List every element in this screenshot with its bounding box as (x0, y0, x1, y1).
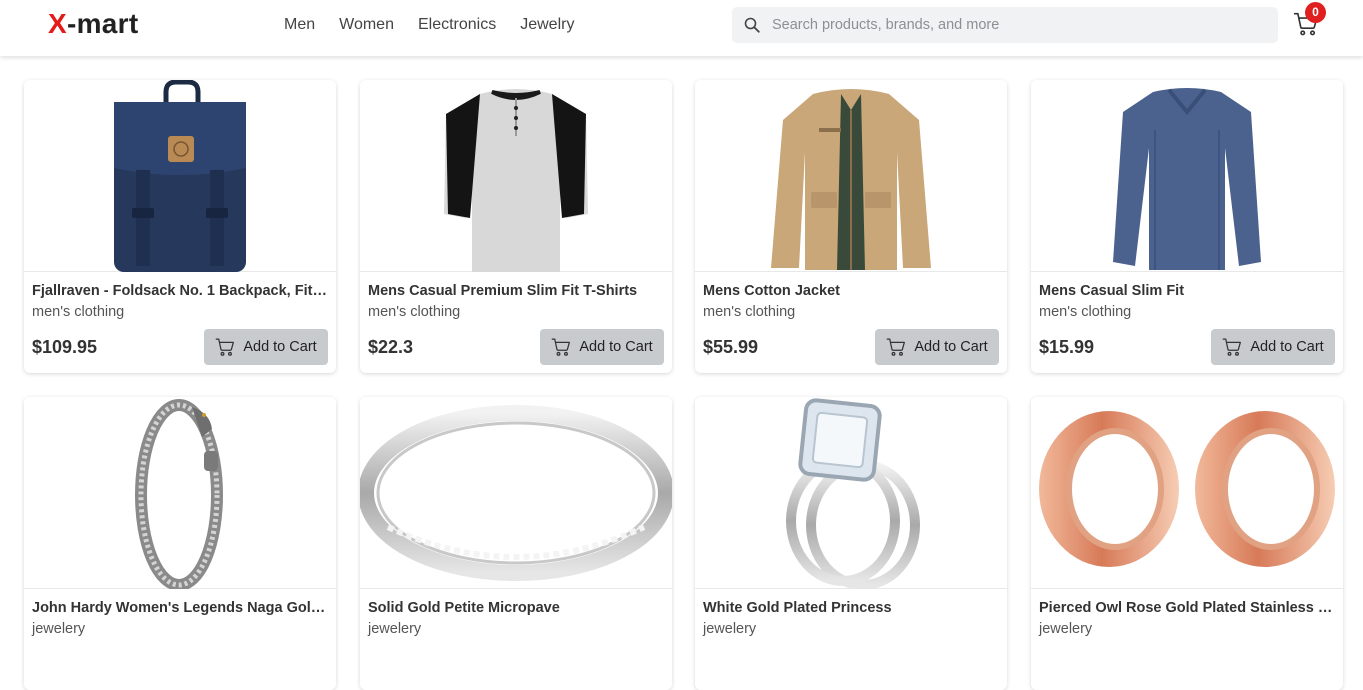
nav-electronics[interactable]: Electronics (418, 16, 496, 34)
product-price: $55.99 (703, 337, 759, 357)
product-card[interactable]: Pierced Owl Rose Gold Plated Stainless S… (1031, 397, 1343, 690)
add-to-cart-label: Add to Cart (914, 339, 988, 355)
cart-icon (551, 337, 571, 357)
product-image-tunnel-plugs[interactable] (1031, 397, 1343, 589)
product-title[interactable]: John Hardy Women's Legends Naga Gold & S… (32, 600, 328, 616)
product-image-backpack[interactable] (24, 80, 336, 272)
product-title[interactable]: Solid Gold Petite Micropave (368, 600, 664, 616)
add-to-cart-button[interactable]: Add to Cart (875, 329, 999, 365)
product-card[interactable]: Mens Casual Slim Fit men's clothing $15.… (1031, 80, 1343, 373)
product-category: jewelery (368, 621, 422, 637)
product-category: men's clothing (32, 304, 125, 320)
product-image-tshirt[interactable] (360, 80, 672, 272)
product-title[interactable]: Mens Casual Slim Fit (1039, 283, 1335, 299)
product-card[interactable]: Mens Cotton Jacket men's clothing $55.99… (695, 80, 1007, 373)
logo-x: X (48, 8, 67, 39)
add-to-cart-button[interactable]: Add to Cart (204, 329, 328, 365)
product-image-princess-ring[interactable] (695, 397, 1007, 590)
product-card[interactable]: Mens Casual Premium Slim Fit T-Shirts me… (360, 80, 672, 373)
product-image-long-sleeve[interactable] (1031, 80, 1343, 272)
product-price: $109.95 (32, 337, 98, 357)
product-category: jewelery (32, 621, 86, 637)
nav-men[interactable]: Men (284, 16, 315, 34)
cart-icon (1222, 337, 1242, 357)
product-category: jewelery (703, 621, 757, 637)
add-to-cart-label: Add to Cart (243, 339, 317, 355)
search-bar[interactable] (732, 7, 1278, 43)
product-card[interactable]: Solid Gold Petite Micropave jewelery (360, 397, 672, 690)
logo[interactable]: X-mart (48, 8, 139, 40)
add-to-cart-button[interactable]: Add to Cart (540, 329, 664, 365)
product-category: men's clothing (703, 304, 796, 320)
product-title[interactable]: Fjallraven - Foldsack No. 1 Backpack, Fi… (32, 283, 328, 299)
cart-icon (886, 337, 906, 357)
product-card[interactable]: Fjallraven - Foldsack No. 1 Backpack, Fi… (24, 80, 336, 373)
product-price: $22.3 (368, 337, 414, 357)
product-title[interactable]: Pierced Owl Rose Gold Plated Stainless S… (1039, 600, 1335, 616)
product-category: men's clothing (1039, 304, 1132, 320)
nav-women[interactable]: Women (339, 16, 394, 34)
category-nav: Men Women Electronics Jewelry (284, 16, 574, 34)
product-title[interactable]: Mens Cotton Jacket (703, 283, 999, 299)
product-image-jacket[interactable] (695, 80, 1007, 272)
add-to-cart-label: Add to Cart (579, 339, 653, 355)
add-to-cart-button[interactable]: Add to Cart (1211, 329, 1335, 365)
product-title[interactable]: Mens Casual Premium Slim Fit T-Shirts (368, 283, 664, 299)
cart-icon (215, 337, 235, 357)
search-icon (744, 17, 760, 33)
add-to-cart-label: Add to Cart (1250, 339, 1324, 355)
cart-count-badge: 0 (1305, 2, 1326, 23)
product-category: jewelery (1039, 621, 1093, 637)
product-price: $15.99 (1039, 337, 1095, 357)
product-card[interactable]: White Gold Plated Princess jewelery (695, 397, 1007, 690)
product-image-bracelet[interactable] (24, 397, 336, 591)
product-title[interactable]: White Gold Plated Princess (703, 600, 999, 616)
product-category: men's clothing (368, 304, 461, 320)
product-image-band-ring[interactable] (360, 397, 672, 589)
search-input[interactable] (772, 7, 1272, 43)
logo-text: -mart (66, 8, 139, 39)
nav-jewelry[interactable]: Jewelry (520, 16, 574, 34)
top-navbar: X-mart Men Women Electronics Jewelry 0 (0, 0, 1363, 56)
product-card[interactable]: John Hardy Women's Legends Naga Gold & S… (24, 397, 336, 690)
